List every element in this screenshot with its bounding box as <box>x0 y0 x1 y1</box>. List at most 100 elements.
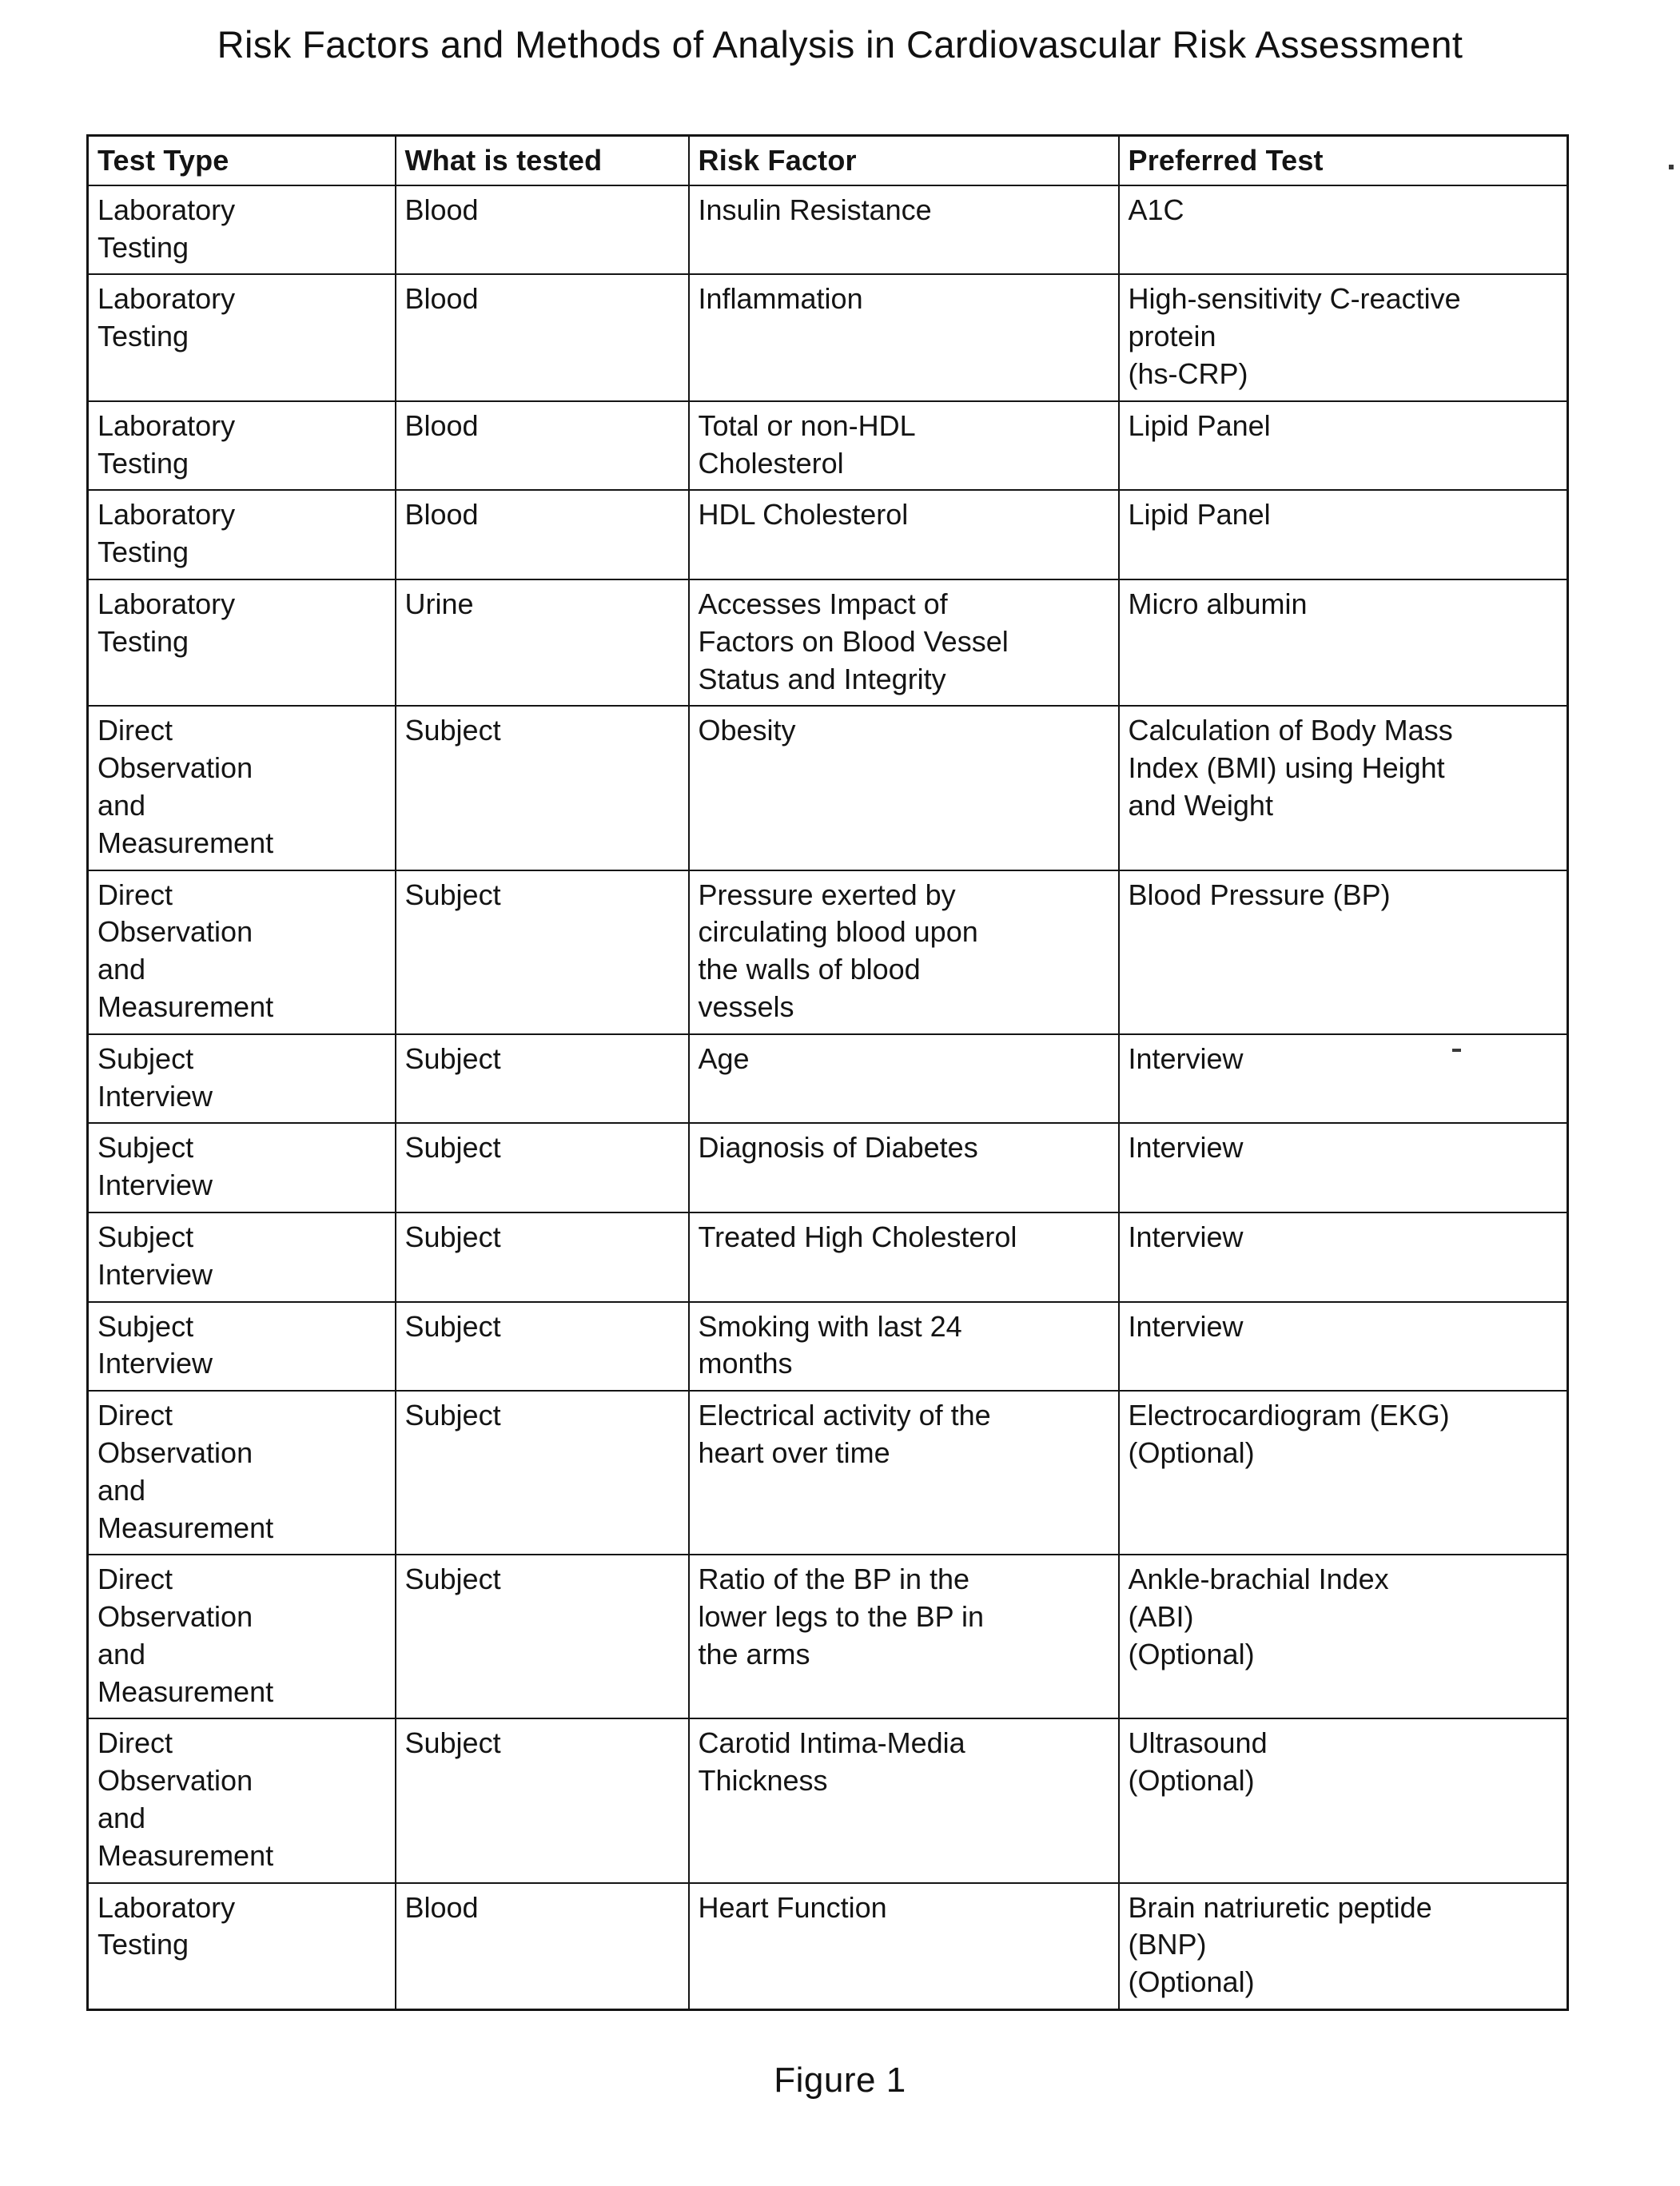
cell-line: Testing <box>98 536 189 569</box>
cell-line: lower legs to the BP in <box>698 1600 985 1634</box>
cell-test-type: Direct Observation and Measurement <box>86 1718 396 1884</box>
cell-line: Status and Integrity <box>698 662 946 695</box>
cell-line: Blood <box>404 193 479 226</box>
figure-caption: Figure 1 <box>774 2061 906 2100</box>
table-row: Direct Observation and Measurement Subject Ob… <box>86 705 1569 871</box>
cell-line: Accesses Impact of <box>698 587 948 620</box>
cell-line: Subject <box>404 1041 501 1075</box>
cell-line: Ankle-brachial Index <box>1128 1563 1389 1596</box>
cell-preferred-test: Micro albumin <box>1117 578 1569 707</box>
cell-line: HDL Cholesterol <box>698 498 909 532</box>
cell-line: Inflammation <box>698 282 863 316</box>
cell-preferred-test: Interview <box>1117 1033 1569 1125</box>
cell-test-type: Subject Interview <box>86 1122 396 1213</box>
cell-line: Interview <box>98 1347 213 1380</box>
cell-preferred-test: Lipid Panel <box>1117 489 1569 580</box>
cell-risk-factor: HDL Cholesterol <box>687 489 1120 580</box>
cell-line: Brain natriuretic peptide <box>1128 1890 1432 1924</box>
cell-preferred-test: Interview <box>1117 1300 1569 1392</box>
cell-test-type: Direct Observation and Measurement <box>86 869 396 1035</box>
cell-what-is-tested: Blood <box>394 400 690 492</box>
cell-line: the arms <box>698 1637 810 1670</box>
cell-risk-factor: Inflammation <box>687 273 1120 402</box>
table-row: Direct Observation and Measurement Subject El… <box>86 1390 1569 1556</box>
cell-line: Testing <box>98 320 189 353</box>
cell-preferred-test: Electrocardiogram (EKG) (Optional) <box>1117 1390 1569 1556</box>
risk-factors-table: Test Type What is tested Risk Factor Pre… <box>86 134 1569 2012</box>
cell-risk-factor: Heart Function <box>687 1881 1120 2011</box>
cell-line: and <box>98 953 146 986</box>
cell-preferred-test: Interview <box>1117 1211 1569 1303</box>
cell-line: Subject <box>98 1131 194 1165</box>
cell-what-is-tested: Subject <box>394 1122 690 1213</box>
cell-line: (Optional) <box>1128 1965 1255 1999</box>
cell-line: and <box>98 1473 146 1507</box>
cell-risk-factor: Obesity <box>687 705 1120 871</box>
cell-preferred-test: Ankle-brachial Index (ABI) (Optional) <box>1117 1554 1569 1720</box>
cell-risk-factor: Total or non-HDL Cholesterol <box>687 400 1120 492</box>
cell-risk-factor: Age <box>687 1033 1120 1125</box>
cell-line: Laboratory <box>98 587 236 620</box>
cell-risk-factor: Smoking with last 24 months <box>687 1300 1120 1392</box>
cell-line: Direct <box>98 1726 173 1760</box>
cell-line: Blood Pressure (BP) <box>1128 878 1391 911</box>
cell-line: Interview <box>1128 1220 1244 1253</box>
table-row: Subject Interview Subject Treated High Chol… <box>86 1211 1569 1303</box>
cell-what-is-tested: Subject <box>394 1211 690 1303</box>
cell-line: Measurement <box>98 1674 274 1708</box>
table-row: Laboratory Testing Urine Accesses Impact of… <box>86 578 1569 707</box>
table-header: Test Type What is tested Risk Factor Pre… <box>86 134 1569 186</box>
cell-what-is-tested: Subject <box>394 1300 690 1392</box>
cell-test-type: Laboratory Testing <box>86 184 396 276</box>
cell-line: Laboratory <box>98 408 236 442</box>
table-row: Subject Interview Subject Smoking with last… <box>86 1300 1569 1392</box>
cell-line: Interview <box>1128 1041 1244 1075</box>
scan-speck-artifact <box>1452 1049 1461 1052</box>
cell-test-type: Direct Observation and Measurement <box>86 1554 396 1720</box>
cell-line: Age <box>698 1041 750 1075</box>
cell-risk-factor: Accesses Impact of Factors on Blood Vesse… <box>687 578 1120 707</box>
column-header-risk-factor: Risk Factor <box>687 134 1120 186</box>
cell-line: Testing <box>98 230 189 264</box>
cell-line: Subject <box>404 1399 501 1432</box>
cell-line: Subject <box>404 1131 501 1165</box>
cell-what-is-tested: Subject <box>394 1390 690 1556</box>
cell-line: Direct <box>98 1563 173 1596</box>
cell-line: circulating blood upon <box>698 915 978 949</box>
cell-line: Interview <box>1128 1309 1244 1343</box>
column-header-preferred-test: Preferred Test <box>1117 134 1569 186</box>
cell-line: Direct <box>98 714 173 747</box>
cell-line: Blood <box>404 498 479 532</box>
cell-test-type: Laboratory Testing <box>86 1881 396 2011</box>
table-row: Direct Observation and Measurement Subject Ca… <box>86 1718 1569 1884</box>
cell-line: heart over time <box>698 1435 890 1469</box>
cell-preferred-test: Blood Pressure (BP) <box>1117 869 1569 1035</box>
cell-line: Ratio of the BP in the <box>698 1563 970 1596</box>
cell-line: Measurement <box>98 826 274 859</box>
cell-line: Observation <box>98 1600 253 1634</box>
cell-risk-factor: Treated High Cholesterol <box>687 1211 1120 1303</box>
cell-preferred-test: A1C <box>1117 184 1569 276</box>
column-header-test-type: Test Type <box>86 134 396 186</box>
cell-line: and Weight <box>1128 788 1273 822</box>
cell-line: Interview <box>1128 1131 1244 1165</box>
cell-line: Subject <box>98 1041 194 1075</box>
cell-line: Blood <box>404 1890 479 1924</box>
cell-line: Diagnosis of Diabetes <box>698 1131 978 1165</box>
cell-risk-factor: Carotid Intima-Media Thickness <box>687 1718 1120 1884</box>
cell-line: Urine <box>404 587 474 620</box>
cell-test-type: Subject Interview <box>86 1211 396 1303</box>
table-row: Direct Observation and Measurement Subject Ra… <box>86 1554 1569 1720</box>
cell-what-is-tested: Blood <box>394 184 690 276</box>
cell-line: Blood <box>404 408 479 442</box>
page-title: Risk Factors and Methods of Analysis in … <box>217 23 1463 66</box>
cell-line: (ABI) <box>1128 1600 1194 1634</box>
table-row: Subject Interview Subject Age Interview <box>86 1033 1569 1125</box>
cell-preferred-test: Brain natriuretic peptide (BNP) (Optional) <box>1117 1881 1569 2011</box>
table-header-row: Test Type What is tested Risk Factor Pre… <box>86 134 1569 186</box>
cell-what-is-tested: Subject <box>394 705 690 871</box>
cell-test-type: Direct Observation and Measurement <box>86 705 396 871</box>
cell-test-type: Laboratory Testing <box>86 489 396 580</box>
cell-what-is-tested: Urine <box>394 578 690 707</box>
cell-risk-factor: Electrical activity of the heart over tim… <box>687 1390 1120 1556</box>
